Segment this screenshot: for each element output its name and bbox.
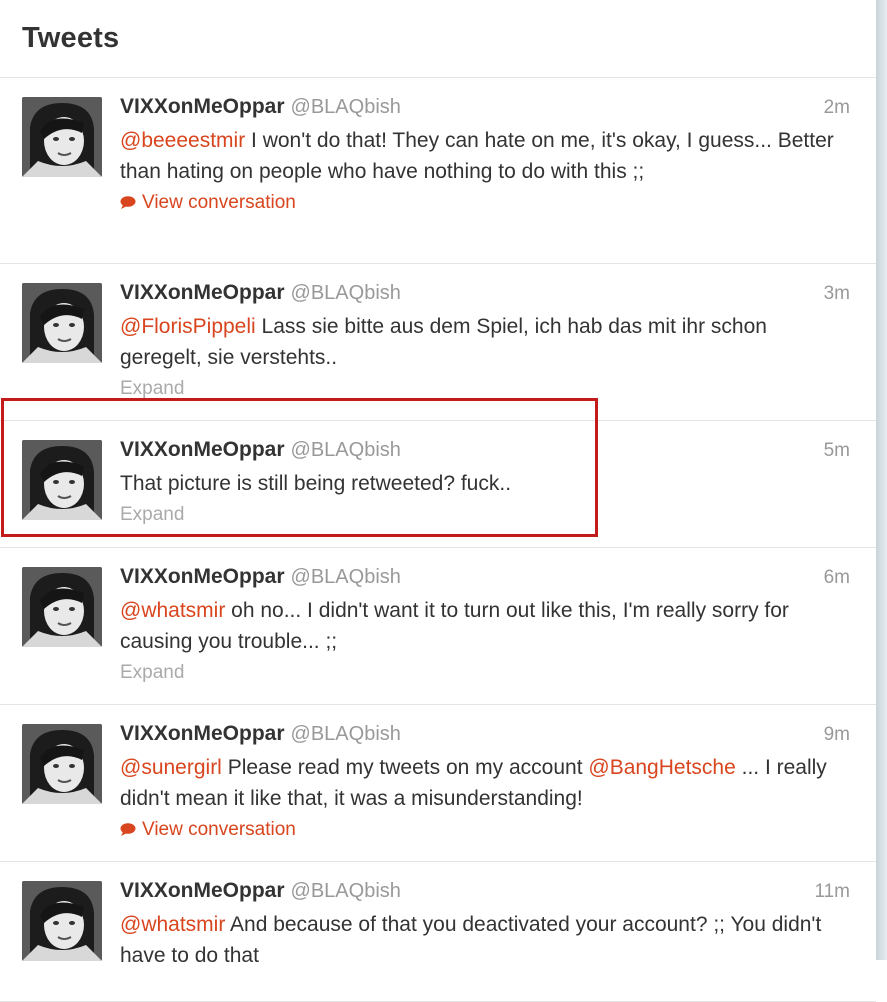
user-handle[interactable]: @BLAQbish bbox=[291, 282, 401, 304]
tweet-item[interactable]: VIXXonMeOppar @BLAQbish 6m @whatsmir oh n… bbox=[0, 548, 876, 705]
mention-link[interactable]: @sunergirl bbox=[120, 756, 222, 779]
user-name-link[interactable]: VIXXonMeOppar bbox=[120, 438, 285, 461]
window-edge bbox=[876, 0, 887, 960]
view-conversation-link[interactable]: View conversation bbox=[120, 190, 850, 216]
tweet-text: @whatsmir And because of that you deacti… bbox=[120, 909, 850, 971]
tweet-timestamp[interactable]: 11m bbox=[814, 881, 850, 903]
avatar[interactable] bbox=[22, 440, 102, 520]
speech-bubble-icon bbox=[120, 196, 136, 209]
tweet-item[interactable]: VIXXonMeOppar @BLAQbish 9m @sunergirl Ple… bbox=[0, 705, 876, 862]
tweet-timestamp[interactable]: 6m bbox=[824, 567, 850, 589]
mention-link[interactable]: @FlorisPippeli bbox=[120, 315, 256, 338]
mention-link[interactable]: @whatsmir bbox=[120, 599, 225, 622]
user-handle[interactable]: @BLAQbish bbox=[291, 566, 401, 588]
user-handle[interactable]: @BLAQbish bbox=[291, 880, 401, 902]
tweet-text: That picture is still being retweeted? f… bbox=[120, 468, 850, 499]
tweet-item[interactable]: VIXXonMeOppar @BLAQbish 11m @whatsmir And… bbox=[0, 862, 876, 1002]
tweet-timestamp[interactable]: 9m bbox=[824, 724, 850, 746]
user-name-link[interactable]: VIXXonMeOppar bbox=[120, 879, 285, 902]
mention-link[interactable]: @beeeestmir bbox=[120, 129, 245, 152]
user-handle[interactable]: @BLAQbish bbox=[291, 723, 401, 745]
avatar[interactable] bbox=[22, 283, 102, 363]
view-conversation-label: View conversation bbox=[142, 192, 296, 213]
user-handle[interactable]: @BLAQbish bbox=[291, 96, 401, 118]
tweet-item[interactable]: VIXXonMeOppar @BLAQbish 2m @beeeestmir I … bbox=[0, 78, 876, 264]
avatar[interactable] bbox=[22, 97, 102, 177]
tweet-item[interactable]: VIXXonMeOppar @BLAQbish 5m That picture i… bbox=[0, 421, 876, 548]
user-name-link[interactable]: VIXXonMeOppar bbox=[120, 95, 285, 118]
page-title: Tweets bbox=[22, 22, 120, 54]
avatar[interactable] bbox=[22, 567, 102, 647]
tweet-item[interactable]: VIXXonMeOppar @BLAQbish 3m @FlorisPippeli… bbox=[0, 264, 876, 421]
tweet-text: @sunergirl Please read my tweets on my a… bbox=[120, 752, 850, 814]
tweet-body: Please read my tweets on my account bbox=[221, 756, 589, 779]
tweet-text: @FlorisPippeli Lass sie bitte aus dem Sp… bbox=[120, 311, 850, 373]
tweet-text: @whatsmir oh no... I didn't want it to t… bbox=[120, 595, 850, 657]
user-name-link[interactable]: VIXXonMeOppar bbox=[120, 722, 285, 745]
expand-link[interactable]: Expand bbox=[120, 376, 850, 402]
tweet-body: And because of that you deactivated your… bbox=[120, 913, 822, 967]
tweet-text: @beeeestmir I won't do that! They can ha… bbox=[120, 125, 850, 187]
view-conversation-link[interactable]: View conversation bbox=[120, 817, 850, 843]
user-handle[interactable]: @BLAQbish bbox=[291, 439, 401, 461]
tweet-timestamp[interactable]: 5m bbox=[824, 440, 850, 462]
tweet-timestamp[interactable]: 3m bbox=[824, 283, 850, 305]
user-name-link[interactable]: VIXXonMeOppar bbox=[120, 281, 285, 304]
speech-bubble-icon bbox=[120, 823, 136, 836]
avatar[interactable] bbox=[22, 724, 102, 804]
avatar[interactable] bbox=[22, 881, 102, 961]
tweets-panel: Tweets VIXXonMeOppar @BLAQbish 2m @beeees… bbox=[0, 0, 877, 1002]
tweet-timestamp[interactable]: 2m bbox=[824, 97, 850, 119]
expand-link[interactable]: Expand bbox=[120, 660, 850, 686]
view-conversation-label: View conversation bbox=[142, 819, 296, 840]
mention-link[interactable]: @BangHetsche bbox=[588, 756, 735, 779]
user-name-link[interactable]: VIXXonMeOppar bbox=[120, 565, 285, 588]
mention-link[interactable]: @whatsmir bbox=[120, 913, 225, 936]
expand-link[interactable]: Expand bbox=[120, 502, 850, 528]
panel-header: Tweets bbox=[0, 0, 876, 78]
tweet-body: That picture is still being retweeted? f… bbox=[120, 472, 512, 495]
